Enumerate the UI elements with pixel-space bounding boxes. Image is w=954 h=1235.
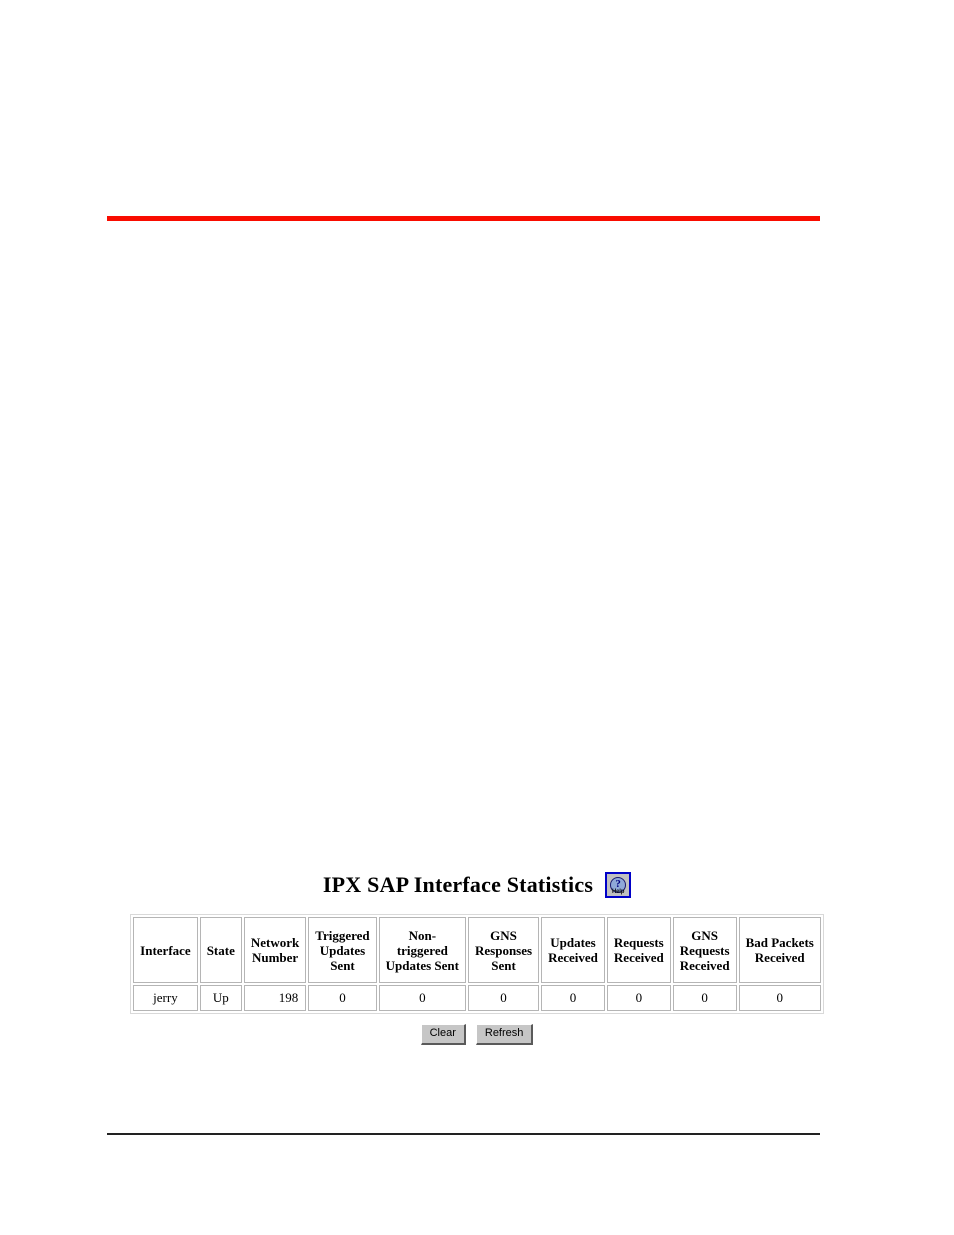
panel-heading: IPX SAP Interface Statistics ? Help — [0, 866, 954, 904]
cell-updates-received: 0 — [541, 985, 605, 1011]
column-header-triggered-updates-sent: Triggered Updates Sent — [308, 917, 377, 983]
header-line: Triggered — [315, 927, 370, 943]
column-header-gns-requests-received: GNS Requests Received — [672, 917, 737, 983]
header-line: Sent — [330, 957, 355, 973]
stats-table-container: Interface State Network Number Triggered… — [0, 914, 954, 1014]
column-header-interface: Interface — [133, 917, 198, 983]
header-line: Updates — [550, 935, 596, 950]
action-button-row: Clear Refresh — [0, 1024, 954, 1045]
header-line: Received — [754, 950, 805, 965]
column-header-network-number: Network Number — [243, 917, 307, 983]
cell-triggered-updates-sent: 0 — [308, 985, 377, 1011]
column-header-state: State — [199, 917, 242, 983]
header-line: Non- — [408, 927, 437, 943]
header-line: Updates — [319, 942, 366, 958]
header-line: triggered — [396, 942, 448, 958]
header-line: Updates Sent — [385, 957, 459, 973]
header-line: Received — [679, 957, 730, 973]
statistics-panel: IPX SAP Interface Statistics ? Help Inte… — [0, 866, 954, 1045]
cell-network-number: 198 — [243, 985, 307, 1011]
cell-gns-requests-received: 0 — [672, 985, 737, 1011]
ipx-sap-interface-statistics-table: Interface State Network Number Triggered… — [130, 914, 824, 1014]
cell-interface: jerry — [133, 985, 198, 1011]
table-header-row: Interface State Network Number Triggered… — [133, 917, 821, 983]
header-line: Sent — [491, 957, 516, 973]
cell-state: Up — [199, 985, 242, 1011]
clear-button[interactable]: Clear — [420, 1024, 466, 1045]
column-header-updates-received: Updates Received — [541, 917, 605, 983]
cell-bad-packets-received: 0 — [738, 985, 821, 1011]
header-line: Requests — [679, 942, 730, 958]
column-header-non-triggered-updates-sent: Non- triggered Updates Sent — [378, 917, 466, 983]
column-header-requests-received: Requests Received — [606, 917, 671, 983]
cell-gns-responses-sent: 0 — [468, 985, 540, 1011]
table-row: jerry Up 198 0 0 0 0 0 0 0 — [133, 985, 821, 1011]
header-line: Responses — [475, 942, 533, 958]
header-line: Received — [613, 950, 664, 965]
header-line: GNS — [490, 927, 517, 943]
header-line: Received — [548, 950, 598, 965]
page-title: IPX SAP Interface Statistics — [322, 872, 594, 897]
page-root: IPX SAP Interface Statistics ? Help Inte… — [0, 0, 954, 1235]
bottom-divider — [107, 1133, 820, 1135]
header-line: Network — [250, 935, 300, 950]
header-line: State — [206, 942, 235, 958]
header-line: Requests — [613, 935, 664, 950]
cell-non-triggered-updates-sent: 0 — [378, 985, 466, 1011]
top-red-divider — [107, 216, 820, 221]
refresh-button[interactable]: Refresh — [475, 1024, 534, 1045]
cell-requests-received: 0 — [606, 985, 671, 1011]
header-line: Interface — [140, 942, 191, 958]
help-button[interactable]: ? Help — [605, 872, 632, 898]
column-header-gns-responses-sent: GNS Responses Sent — [468, 917, 540, 983]
column-header-bad-packets-received: Bad Packets Received — [738, 917, 821, 983]
header-line: GNS — [691, 927, 719, 943]
header-line: Bad Packets — [745, 935, 814, 950]
header-line: Number — [251, 950, 299, 965]
help-button-label: Help — [611, 889, 625, 895]
